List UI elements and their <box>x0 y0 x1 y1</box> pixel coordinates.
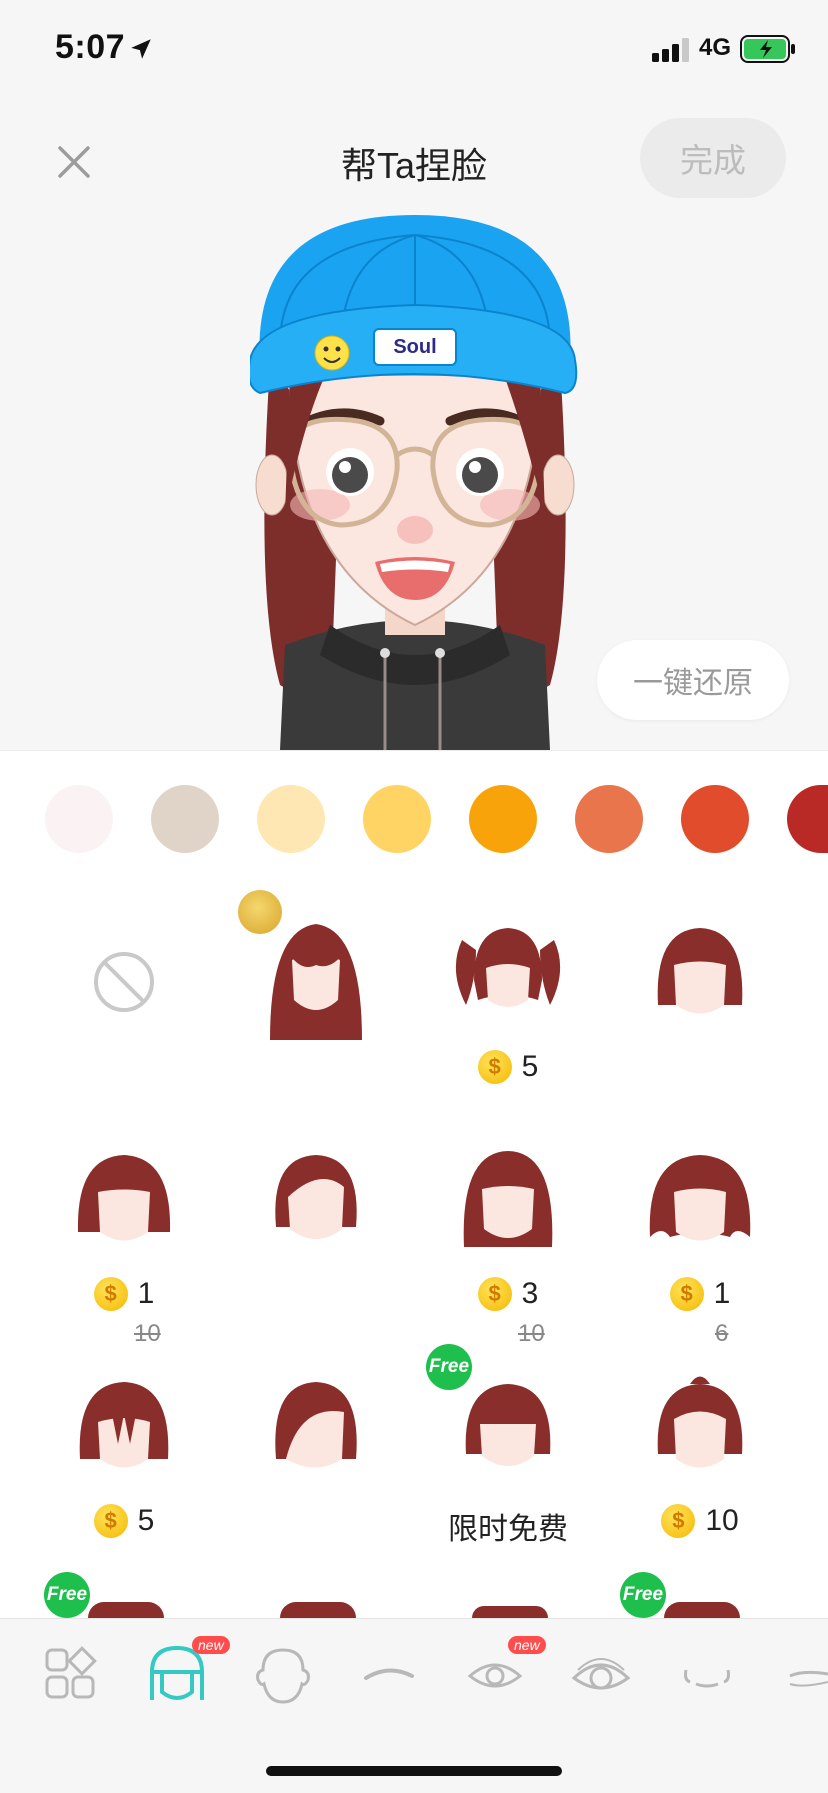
avatar-preview <box>250 215 578 750</box>
home-indicator[interactable] <box>266 1766 562 1776</box>
price-tag: $5 <box>44 1504 204 1538</box>
original-price: 10 <box>518 1320 545 1347</box>
color-swatch[interactable] <box>363 785 431 853</box>
price-value: 5 <box>137 1504 155 1537</box>
hair-pigtails-icon <box>455 928 561 1007</box>
hair-option[interactable]: $5 <box>44 1354 204 1554</box>
crown-badge <box>238 890 282 934</box>
price-tag: $3 <box>428 1277 588 1311</box>
battery-icon <box>740 35 795 63</box>
tab-layout-icon[interactable] <box>37 1640 107 1710</box>
hair-top-knot-icon <box>657 1376 743 1468</box>
hat-label: Soul <box>373 328 457 366</box>
tab-eye-style-icon[interactable] <box>566 1640 636 1710</box>
hair-option-none[interactable] <box>44 900 204 1100</box>
hair-option[interactable]: Free 限时免费 <box>426 1344 588 1554</box>
price-value: 1 <box>713 1277 731 1310</box>
network-label: 4G <box>699 34 732 61</box>
hair-option[interactable] <box>236 1127 396 1327</box>
tab-eyebrow-icon[interactable] <box>354 1640 424 1710</box>
signal-icon <box>652 38 689 62</box>
coin-icon: $ <box>477 1277 512 1311</box>
original-price: 6 <box>715 1320 729 1347</box>
location-arrow-icon <box>131 39 151 59</box>
hair-option-partial[interactable] <box>664 1602 740 1618</box>
color-swatch[interactable] <box>681 785 749 853</box>
free-badge: Free <box>620 1572 666 1618</box>
tab-face-icon[interactable] <box>248 1640 318 1710</box>
hair-option[interactable]: $1 6 <box>620 1127 780 1347</box>
hair-long-icon <box>270 924 362 1040</box>
coin-icon: $ <box>477 1050 512 1084</box>
hair-option[interactable]: $5 <box>428 900 588 1100</box>
hair-option-partial[interactable] <box>472 1606 548 1618</box>
color-swatch[interactable] <box>45 785 113 853</box>
hair-curly-bob-icon <box>649 1155 751 1241</box>
tab-mouth-icon[interactable] <box>672 1640 742 1710</box>
color-swatch[interactable] <box>469 785 537 853</box>
hair-blunt-bob-icon <box>465 1384 551 1466</box>
status-bar: 5:07 4G <box>0 0 828 100</box>
hair-option[interactable]: $3 10 <box>428 1127 588 1347</box>
done-button[interactable]: 完成 <box>640 118 786 198</box>
hair-side-swept-icon <box>275 1382 357 1468</box>
price-tag: $10 <box>620 1504 780 1538</box>
tab-mustache-icon[interactable] <box>778 1640 828 1710</box>
price-value: 1 <box>137 1277 155 1310</box>
new-badge: new <box>192 1636 230 1654</box>
price-value: 3 <box>521 1277 539 1310</box>
original-price: 10 <box>134 1320 161 1347</box>
new-badge: new <box>508 1636 546 1654</box>
hair-bob-bangs-icon <box>77 1155 171 1241</box>
status-time: 5:07 <box>55 28 126 66</box>
hair-option[interactable] <box>236 890 396 1100</box>
coin-icon: $ <box>93 1504 128 1538</box>
hair-option[interactable] <box>620 900 780 1100</box>
free-badge: Free <box>44 1572 90 1618</box>
none-icon <box>94 952 154 1012</box>
coin-icon: $ <box>669 1277 704 1311</box>
price-tag: $5 <box>428 1050 588 1084</box>
hair-option[interactable]: $10 <box>620 1354 780 1554</box>
hair-side-part-icon <box>275 1155 357 1239</box>
price-value: 5 <box>521 1050 539 1083</box>
hair-bob-icon <box>657 928 743 1014</box>
coin-icon: $ <box>93 1277 128 1311</box>
hair-option-partial[interactable] <box>280 1602 356 1618</box>
color-swatch[interactable] <box>575 785 643 853</box>
price-tag: $1 <box>44 1277 204 1311</box>
color-swatch[interactable] <box>151 785 219 853</box>
hair-option[interactable]: $1 10 <box>44 1127 204 1347</box>
reset-button[interactable]: 一键还原 <box>597 640 789 720</box>
color-swatch[interactable] <box>257 785 325 853</box>
free-badge: Free <box>426 1344 472 1390</box>
hair-option-partial[interactable] <box>88 1602 164 1618</box>
price-tag: $1 <box>620 1277 780 1311</box>
hair-option[interactable] <box>236 1354 396 1554</box>
price-value: 10 <box>705 1504 739 1537</box>
hair-long-bob-icon <box>463 1151 553 1247</box>
coin-icon: $ <box>661 1504 696 1538</box>
free-label: 限时免费 <box>448 1513 568 1546</box>
hair-messy-bob-icon <box>79 1382 169 1468</box>
